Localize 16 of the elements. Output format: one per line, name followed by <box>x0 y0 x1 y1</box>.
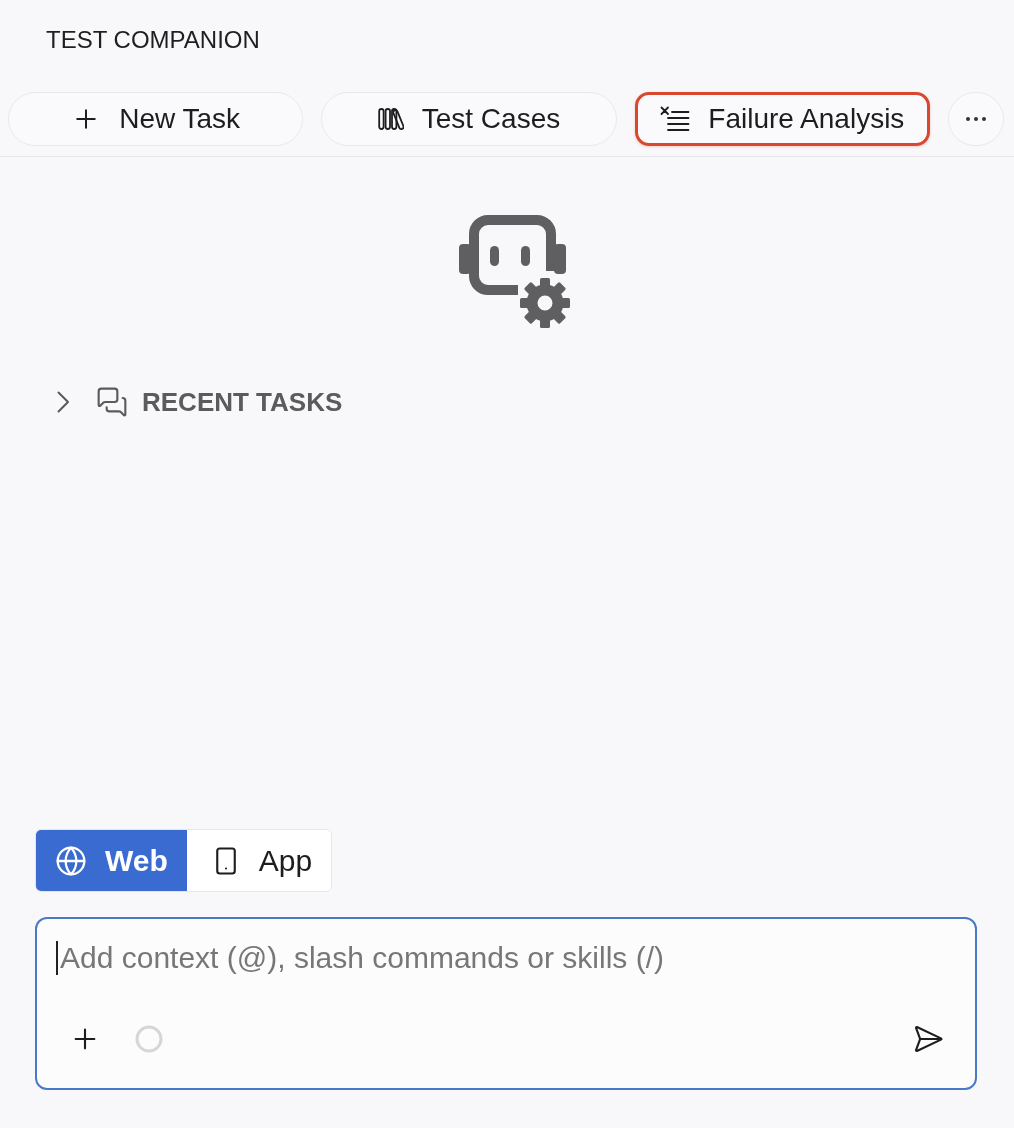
toolbar-button[interactable]: New Task <box>8 92 304 146</box>
app-title: TEST COMPANION <box>46 26 260 54</box>
more-icon <box>966 117 986 121</box>
text-cursor-icon <box>56 941 58 975</box>
toolbar-button[interactable]: Failure Analysis <box>634 92 930 146</box>
recent-tasks-toggle[interactable]: RECENT TASKS <box>57 386 343 418</box>
books-icon <box>377 106 404 132</box>
chat-bubbles-icon <box>96 386 128 418</box>
globe-icon <box>55 844 87 877</box>
toolbar-button[interactable]: Test Cases <box>321 92 617 146</box>
send-icon <box>912 1023 944 1055</box>
list-with-x-icon <box>660 106 691 132</box>
ring-icon <box>135 1025 163 1053</box>
send-button[interactable] <box>912 1023 944 1055</box>
message-input[interactable]: Add context (@), slash commands or skills (/) <box>59 938 955 978</box>
mode-option[interactable]: Web <box>36 830 187 891</box>
